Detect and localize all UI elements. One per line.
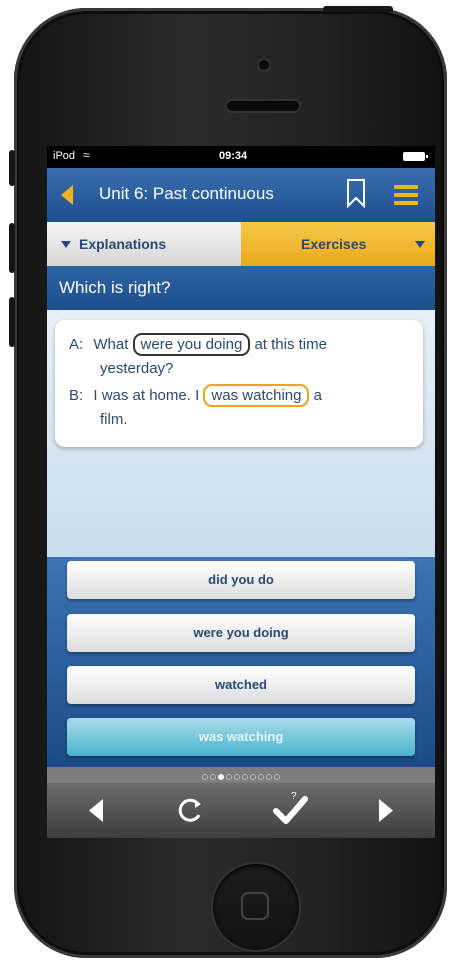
speaker-a: A: <box>69 336 84 353</box>
tab-explanations[interactable]: Explanations <box>47 222 241 266</box>
volume-up-button[interactable] <box>9 223 15 273</box>
tab-exercises[interactable]: Exercises <box>241 222 435 266</box>
answer-option-did-you-do[interactable]: did you do <box>67 561 415 599</box>
dialogue-line-b: B: I was at home. I was watching a <box>69 384 322 407</box>
dialogue-text: yesterday? <box>100 360 174 377</box>
dialogue-text: film. <box>100 411 128 428</box>
screen: iPod ≈ 09:34 Unit 6: Past continuous Exp… <box>47 146 435 838</box>
previous-icon <box>89 799 103 822</box>
dialogue-card: A: What were you doing at this time yest… <box>55 320 423 447</box>
check-button[interactable]: ? <box>261 783 321 838</box>
tab-bar: Explanations Exercises <box>47 222 435 266</box>
speaker-b: B: <box>69 387 84 404</box>
answer-blank-2[interactable]: was watching <box>203 384 310 407</box>
previous-button[interactable] <box>67 783 127 838</box>
chevron-down-icon <box>415 241 425 248</box>
refresh-icon <box>178 798 201 822</box>
speaker-grille <box>227 101 299 111</box>
svg-text:?: ? <box>291 791 297 802</box>
page-title: Unit 6: Past continuous <box>99 184 274 203</box>
tab-label: Explanations <box>79 236 167 252</box>
dialogue-line-a: A: What were you doing at this time <box>69 333 327 356</box>
page-dot <box>234 774 240 780</box>
dialogue-text: a <box>313 387 322 404</box>
back-arrow-icon[interactable] <box>61 185 73 205</box>
page-dot <box>258 774 264 780</box>
dialogue-text: I was at home. I <box>93 387 200 404</box>
page-dot <box>210 774 216 780</box>
camera <box>259 60 269 70</box>
dialogue-text: at this time <box>254 336 327 353</box>
exercise-content: A: What were you doing at this time yest… <box>47 310 435 557</box>
bookmark-icon[interactable] <box>346 178 366 208</box>
tab-label: Exercises <box>301 236 367 252</box>
home-square-icon <box>241 892 269 920</box>
dialogue-text: What <box>93 336 129 353</box>
page-dot <box>274 774 280 780</box>
page-dot <box>202 774 208 780</box>
page-dot <box>218 774 224 780</box>
answer-option-were-you-doing[interactable]: were you doing <box>67 614 415 652</box>
page-indicator <box>47 767 435 783</box>
check-answer-icon: ? <box>273 791 308 824</box>
answer-option-was-watching[interactable]: was watching <box>67 718 415 756</box>
menu-line <box>394 185 418 189</box>
home-button[interactable] <box>213 864 299 950</box>
answer-option-watched[interactable]: watched <box>67 666 415 704</box>
page-dot <box>266 774 272 780</box>
sleep-button[interactable] <box>323 6 393 12</box>
menu-line <box>394 193 418 197</box>
next-icon <box>379 799 393 822</box>
carrier-label: iPod <box>53 150 76 162</box>
page-dot <box>226 774 232 780</box>
bottom-toolbar: ? <box>47 783 435 838</box>
menu-line <box>394 201 418 205</box>
volume-down-button[interactable] <box>9 297 15 347</box>
next-button[interactable] <box>355 783 415 838</box>
question-header: Which is right? <box>47 266 435 310</box>
question-text: Which is right? <box>59 278 171 297</box>
page-dot <box>250 774 256 780</box>
answer-options: did you do were you doing watched was wa… <box>47 557 435 767</box>
status-bar: iPod ≈ 09:34 <box>47 146 435 168</box>
page-dot <box>242 774 248 780</box>
nav-bar: Unit 6: Past continuous <box>47 168 435 222</box>
answer-blank-1[interactable]: were you doing <box>132 333 251 356</box>
mute-switch[interactable] <box>9 150 15 186</box>
menu-icon[interactable] <box>394 185 418 205</box>
wifi-icon: ≈ <box>83 148 90 162</box>
retry-button[interactable] <box>160 783 220 838</box>
battery-icon <box>403 152 428 161</box>
status-time: 09:34 <box>219 150 248 162</box>
chevron-down-icon <box>61 241 71 248</box>
